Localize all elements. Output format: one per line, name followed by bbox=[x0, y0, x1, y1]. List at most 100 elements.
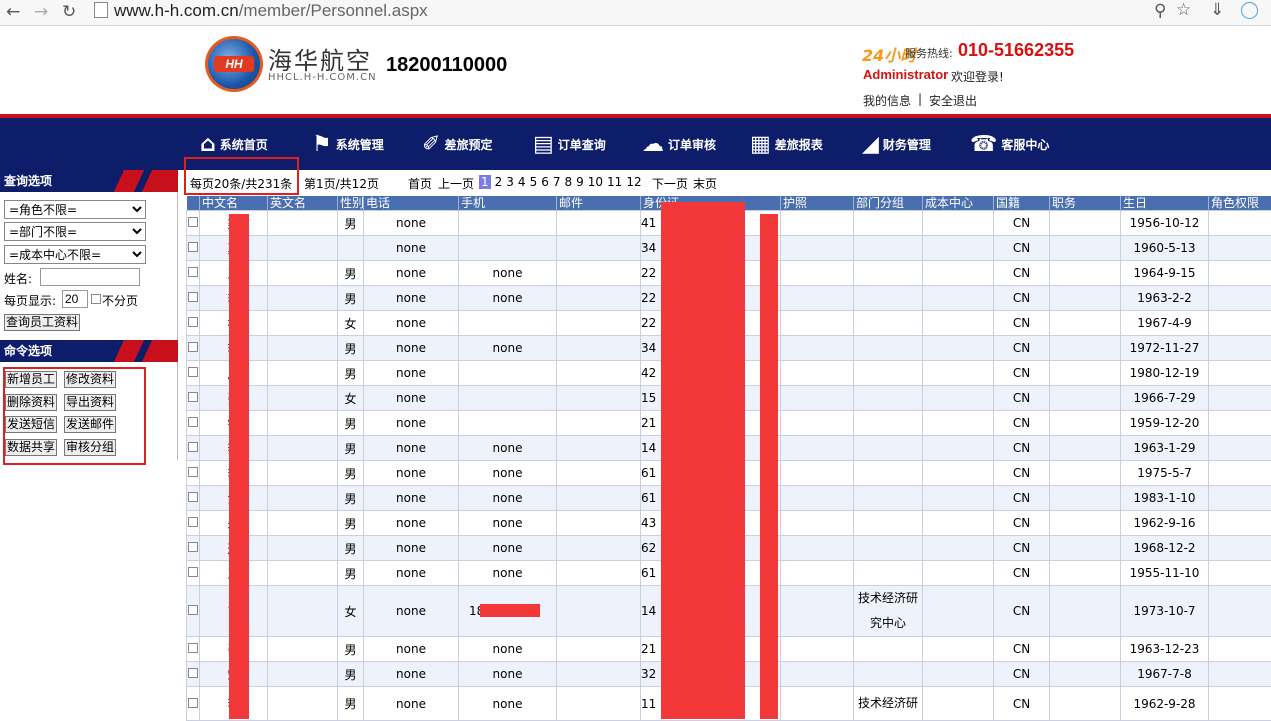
column-header[interactable]: 部门分组 bbox=[854, 196, 923, 211]
column-header[interactable]: 角色权限 bbox=[1209, 196, 1271, 211]
cell-phone: none bbox=[364, 286, 459, 311]
department-select[interactable]: =部门不限= bbox=[4, 222, 146, 241]
prev-page-link[interactable]: 上一页 bbox=[438, 175, 474, 192]
row-checkbox[interactable] bbox=[188, 242, 198, 252]
menu-icon[interactable]: ◯ bbox=[1240, 0, 1259, 20]
back-icon[interactable]: ← bbox=[6, 2, 20, 22]
cell-birthday: 1966-7-29 bbox=[1121, 386, 1209, 411]
role-select[interactable]: =角色不限= bbox=[4, 200, 146, 219]
row-checkbox[interactable] bbox=[188, 267, 198, 277]
row-checkbox[interactable] bbox=[188, 292, 198, 302]
page-number-link[interactable]: 1 bbox=[479, 175, 491, 189]
name-label: 姓名: bbox=[4, 270, 32, 287]
row-checkbox[interactable] bbox=[188, 217, 198, 227]
nav-service-center[interactable]: ☎客服中心 bbox=[970, 132, 1049, 156]
zoom-icon[interactable]: ⚲ bbox=[1154, 1, 1166, 21]
row-checkbox[interactable] bbox=[188, 392, 198, 402]
nav-home[interactable]: ⌂系统首页 bbox=[200, 132, 268, 156]
row-checkbox[interactable] bbox=[188, 417, 198, 427]
row-checkbox[interactable] bbox=[188, 517, 198, 527]
nav-travel-report[interactable]: ▦差旅报表 bbox=[750, 132, 823, 156]
cell-empty bbox=[1209, 461, 1271, 486]
cell-empty bbox=[923, 386, 994, 411]
row-checkbox[interactable] bbox=[188, 643, 198, 653]
page-number-link[interactable]: 12 bbox=[626, 175, 641, 189]
query-employees-button[interactable]: 查询员工资料 bbox=[4, 314, 80, 331]
column-header[interactable]: 国籍 bbox=[994, 196, 1050, 211]
row-checkbox[interactable] bbox=[188, 317, 198, 327]
cell-mobile: none bbox=[459, 637, 557, 662]
logout-link[interactable]: 安全退出 bbox=[929, 92, 977, 109]
row-checkbox[interactable] bbox=[188, 542, 198, 552]
nav-order-query[interactable]: ▤订单查询 bbox=[533, 132, 606, 156]
column-header[interactable]: 中文名 bbox=[200, 196, 268, 211]
row-checkbox[interactable] bbox=[188, 342, 198, 352]
cell-mobile bbox=[459, 211, 557, 236]
cell-empty bbox=[781, 361, 854, 386]
page-number-link[interactable]: 11 bbox=[607, 175, 622, 189]
cell-dept bbox=[854, 662, 923, 687]
nav-finance[interactable]: ◢财务管理 bbox=[862, 132, 931, 156]
page-number-link[interactable]: 3 bbox=[506, 175, 514, 189]
row-checkbox[interactable] bbox=[188, 367, 198, 377]
address-bar[interactable]: www.h-h.com.cn/member/Personnel.aspx bbox=[94, 0, 1204, 24]
column-header[interactable]: 生日 bbox=[1121, 196, 1209, 211]
cost-center-select[interactable]: =成本中心不限= bbox=[4, 245, 146, 264]
page-number-link[interactable]: 6 bbox=[541, 175, 549, 189]
cell-mobile: none bbox=[459, 261, 557, 286]
cell-empty bbox=[1050, 486, 1121, 511]
cell-dept bbox=[854, 236, 923, 261]
row-checkbox[interactable] bbox=[188, 492, 198, 502]
page-number-link[interactable]: 9 bbox=[576, 175, 584, 189]
cell-empty bbox=[557, 486, 641, 511]
column-header[interactable]: 手机 bbox=[459, 196, 557, 211]
column-header[interactable]: 职务 bbox=[1050, 196, 1121, 211]
column-header[interactable]: 性别 bbox=[338, 196, 364, 211]
nav-system[interactable]: ⚑系统管理 bbox=[312, 132, 384, 156]
row-checkbox[interactable] bbox=[188, 668, 198, 678]
page-number-link[interactable]: 8 bbox=[564, 175, 572, 189]
column-header[interactable]: 英文名 bbox=[268, 196, 338, 211]
first-page-link[interactable]: 首页 bbox=[408, 175, 432, 192]
my-info-link[interactable]: 我的信息 bbox=[863, 92, 911, 109]
row-checkbox[interactable] bbox=[188, 567, 198, 577]
column-header[interactable]: 邮件 bbox=[557, 196, 641, 211]
name-input[interactable] bbox=[40, 268, 140, 286]
forward-icon[interactable]: → bbox=[34, 2, 48, 22]
cell-empty bbox=[268, 386, 338, 411]
row-checkbox[interactable] bbox=[188, 442, 198, 452]
row-checkbox[interactable] bbox=[188, 605, 198, 615]
no-paging-checkbox[interactable] bbox=[91, 294, 101, 304]
cell-gender: 男 bbox=[338, 261, 364, 286]
star-icon[interactable]: ☆ bbox=[1176, 0, 1191, 20]
row-checkbox[interactable] bbox=[188, 467, 198, 477]
row-checkbox-cell bbox=[187, 361, 200, 386]
nav-travel-booking[interactable]: ✐差旅预定 bbox=[422, 132, 492, 156]
select-all-cell bbox=[187, 196, 200, 211]
row-checkbox-cell bbox=[187, 511, 200, 536]
row-checkbox[interactable] bbox=[188, 698, 198, 708]
cell-birthday: 1967-7-8 bbox=[1121, 662, 1209, 687]
extension-icon[interactable]: ⇓ bbox=[1210, 0, 1224, 20]
nav-label: 差旅预定 bbox=[444, 136, 492, 153]
cell-phone: none bbox=[364, 637, 459, 662]
nav-order-review[interactable]: ☁订单审核 bbox=[642, 132, 716, 156]
column-header[interactable]: 成本中心 bbox=[923, 196, 994, 211]
cell-mobile bbox=[459, 386, 557, 411]
page-number-link[interactable]: 5 bbox=[530, 175, 538, 189]
per-page-input[interactable] bbox=[62, 290, 88, 308]
reload-icon[interactable]: ↻ bbox=[62, 2, 76, 22]
column-header[interactable]: 电话 bbox=[364, 196, 459, 211]
header-stripe bbox=[108, 340, 178, 362]
next-page-link[interactable]: 下一页 bbox=[652, 175, 688, 192]
page-number-link[interactable]: 10 bbox=[588, 175, 603, 189]
cell-empty bbox=[1050, 361, 1121, 386]
cell-dept bbox=[854, 336, 923, 361]
page-number-link[interactable]: 2 bbox=[495, 175, 503, 189]
page-number-link[interactable]: 7 bbox=[553, 175, 561, 189]
last-page-link[interactable]: 末页 bbox=[693, 175, 717, 192]
column-header[interactable]: 护照 bbox=[781, 196, 854, 211]
cell-birthday: 1955-11-10 bbox=[1121, 561, 1209, 586]
page-number-link[interactable]: 4 bbox=[518, 175, 526, 189]
row-checkbox-cell bbox=[187, 461, 200, 486]
